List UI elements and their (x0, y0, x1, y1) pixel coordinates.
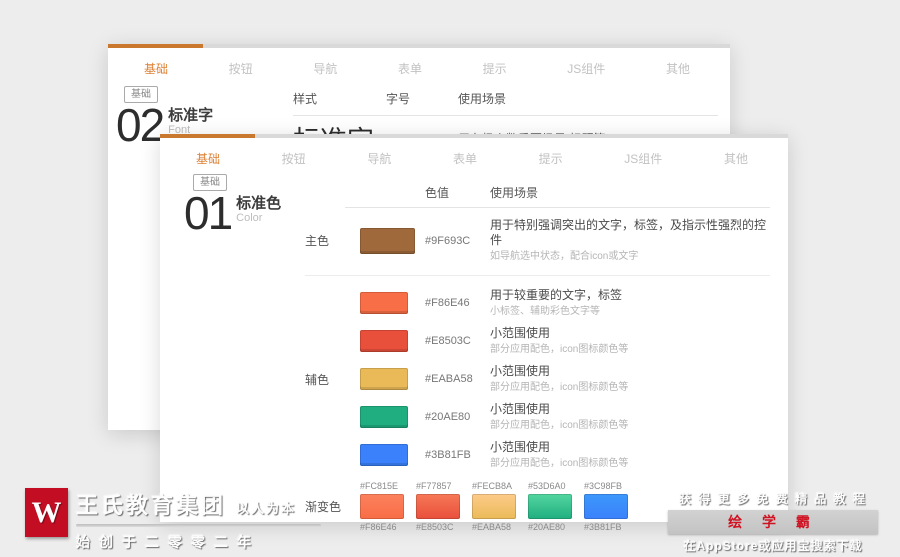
secondary-color-row: #E8503C 小范围使用 部分应用配色，icon图标颜色等 (305, 326, 770, 356)
secondary-color-swatch (360, 406, 408, 428)
col-header-usage: 使用场景 (458, 92, 507, 106)
section-subtitle: Color (236, 212, 263, 224)
secondary-hex: #20AE80 (425, 411, 471, 423)
secondary-desc: 小范围使用 (490, 402, 551, 416)
gradient-column: #F77857 #E8503C (416, 480, 460, 533)
secondary-color-swatch (360, 292, 408, 314)
tab-form[interactable]: 表单 (398, 60, 422, 77)
gradient-top-hex: #53D6A0 (528, 481, 566, 491)
secondary-color-swatch (360, 330, 408, 352)
tab-nav[interactable]: 导航 (367, 150, 391, 167)
company-name: 王氏教育集团 (76, 493, 227, 518)
gradient-column: #3C98FB #3B81FB (584, 480, 628, 533)
gradient-column: #FECB8A #EABA58 (472, 480, 516, 533)
download-hint: 在AppStore或应用宝搜索下载 (683, 539, 863, 553)
gradient-bottom-hex: #EABA58 (472, 522, 512, 532)
gradient-column: #FC815E #F86E46 (360, 480, 404, 533)
top-border-accent-segment (108, 44, 203, 48)
top-border-rest (203, 44, 730, 48)
color-spec-card: 基础 按钮 导航 表单 提示 JS组件 其他 基础 01 标准色 Color 色… (160, 134, 788, 532)
secondary-color-block: 辅色 #F86E46 用于较重要的文字，标签 小标签、辅助彩色文字等 #E850… (305, 288, 770, 470)
gradient-swatch (360, 494, 404, 519)
company-slogan: 以人为本 (236, 501, 297, 516)
secondary-hex: #E8503C (425, 335, 471, 347)
color-card-tab-bar: 基础 按钮 导航 表单 提示 JS组件 其他 (160, 138, 788, 167)
tab-tips[interactable]: 提示 (483, 60, 507, 77)
col-header-value: 色值 (425, 186, 450, 200)
tab-other[interactable]: 其他 (666, 60, 690, 77)
card-top-border (160, 134, 788, 138)
top-border-rest (255, 134, 788, 138)
tab-basic[interactable]: 基础 (144, 60, 168, 77)
gradient-swatch (584, 494, 628, 519)
secondary-desc-sub: 部分应用配色，icon图标颜色等 (490, 344, 629, 355)
tab-tips[interactable]: 提示 (539, 150, 563, 167)
primary-label: 主色 (305, 234, 330, 248)
gradient-swatch (528, 494, 572, 519)
tab-nav[interactable]: 导航 (313, 60, 337, 77)
founded-year-text: 始创于二零零二年 (76, 534, 260, 550)
gradient-bottom-hex: #20AE80 (528, 522, 566, 532)
section-number: 02 (116, 99, 165, 151)
primary-color-swatch (360, 227, 415, 254)
secondary-desc-sub: 小标签、辅助彩色文字等 (490, 306, 600, 317)
top-border-accent-segment (160, 134, 255, 138)
secondary-color-row: #20AE80 小范围使用 部分应用配色，icon图标颜色等 (305, 402, 770, 432)
secondary-desc-sub: 部分应用配色，icon图标颜色等 (490, 420, 629, 431)
secondary-desc: 用于较重要的文字，标签 (490, 288, 623, 302)
section-title: 标准字 (168, 107, 214, 124)
tab-js-components[interactable]: JS组件 (567, 60, 605, 77)
section-title: 标准色 (236, 195, 282, 212)
brand-name: 绘 学 霸 (728, 514, 818, 530)
col-header-usage: 使用场景 (490, 186, 539, 200)
gradient-top-hex: #3C98FB (584, 481, 623, 491)
gradient-bottom-hex: #F86E46 (360, 522, 397, 532)
color-table: 色值 使用场景 主色 #9F693C 用于特别强调突出的文字，标签，及指示性强烈… (305, 184, 770, 533)
logo-letter: W (31, 495, 62, 529)
watermark-right: 获 得 更 多 免 费 精 品 教 程 绘 学 霸 在AppStore或应用宝搜… (668, 490, 878, 554)
secondary-color-swatch (360, 444, 408, 466)
gradient-column: #53D6A0 #20AE80 (528, 480, 572, 533)
secondary-hex: #EABA58 (425, 373, 473, 385)
gradient-swatch (472, 494, 516, 519)
watermark-left: W 王氏教育集团 以人为本 始创于二零零二年 (25, 488, 321, 552)
gradient-top-hex: #FC815E (360, 481, 399, 491)
brand-bar: 绘 学 霸 (668, 510, 878, 534)
col-header-size: 字号 (386, 92, 411, 106)
tab-button[interactable]: 按钮 (282, 150, 306, 167)
tab-basic[interactable]: 基础 (196, 150, 220, 167)
gradient-bottom-hex: #3B81FB (584, 522, 622, 532)
secondary-desc: 小范围使用 (490, 326, 551, 340)
primary-hex: #9F693C (425, 234, 471, 247)
section-number: 01 (184, 187, 233, 239)
secondary-color-row: #3B81FB 小范围使用 部分应用配色，icon图标颜色等 (305, 440, 770, 470)
card-top-border (108, 44, 730, 48)
tab-button[interactable]: 按钮 (229, 60, 253, 77)
secondary-desc-sub: 部分应用配色，icon图标颜色等 (490, 382, 629, 393)
wangshi-logo-icon: W (25, 488, 68, 537)
gradient-bottom-hex: #E8503C (416, 522, 454, 532)
gradient-swatch (416, 494, 460, 519)
gradient-top-hex: #F77857 (416, 481, 452, 491)
secondary-label: 辅色 (305, 372, 330, 387)
secondary-desc: 小范围使用 (490, 440, 551, 454)
secondary-hex: #F86E46 (425, 297, 470, 309)
secondary-color-swatch (360, 368, 408, 390)
secondary-desc-sub: 部分应用配色，icon图标颜色等 (490, 458, 629, 469)
tab-form[interactable]: 表单 (453, 150, 477, 167)
tab-js-components[interactable]: JS组件 (624, 150, 662, 167)
primary-desc: 用于特别强调突出的文字，标签，及指示性强烈的控件 (490, 218, 767, 247)
secondary-hex: #3B81FB (425, 449, 471, 461)
secondary-desc: 小范围使用 (490, 364, 551, 378)
gradient-top-hex: #FECB8A (472, 481, 513, 491)
secondary-color-row: 辅色 #F86E46 用于较重要的文字，标签 小标签、辅助彩色文字等 (305, 288, 770, 387)
font-card-tab-bar: 基础 按钮 导航 表单 提示 JS组件 其他 (108, 48, 730, 77)
promo-line: 获 得 更 多 免 费 精 品 教 程 (678, 492, 867, 506)
secondary-color-row: #EABA58 小范围使用 部分应用配色，icon图标颜色等 (305, 364, 770, 394)
primary-desc-sub: 如导航选中状态，配合icon或文字 (490, 251, 639, 262)
col-header-style: 样式 (293, 92, 318, 106)
primary-color-row: 主色 #9F693C 用于特别强调突出的文字，标签，及指示性强烈的控件 如导航选… (305, 218, 770, 276)
watermark-divider (76, 524, 321, 527)
tab-other[interactable]: 其他 (724, 150, 748, 167)
